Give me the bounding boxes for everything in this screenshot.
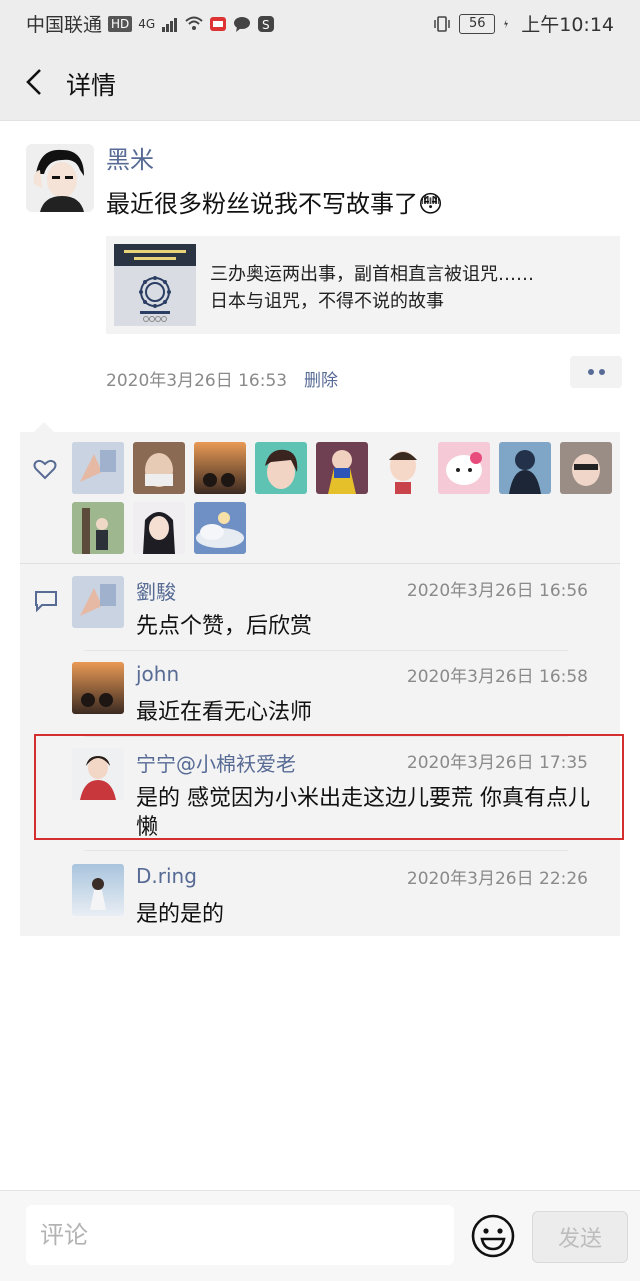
like-avatar[interactable]: [194, 442, 246, 494]
like-avatar[interactable]: [560, 442, 612, 494]
post-timestamp: 2020年3月26日 16:53: [106, 371, 288, 391]
comment-time: 2020年3月26日 22:26: [406, 869, 588, 889]
comment-time: 2020年3月26日 16:58: [406, 667, 588, 687]
heart-icon: [33, 459, 57, 480]
commenter-avatar[interactable]: [72, 864, 124, 916]
emoji-icon[interactable]: [470, 1213, 516, 1259]
vibrate-icon: [434, 15, 450, 32]
comment-text: 先点个赞，后欣赏: [136, 614, 313, 639]
shared-article-card[interactable]: 三办奥运两出事，副首相直言被诅咒…… 日本与诅咒，不得不说的故事: [106, 236, 620, 334]
dot-icon: [598, 369, 605, 375]
battery-level: 56: [459, 13, 496, 34]
panel-pointer: [34, 422, 54, 432]
post-text: 最近很多粉丝说我不写故事了😳: [106, 190, 444, 218]
comment-icon: [35, 591, 57, 612]
comment-item[interactable]: D.ring 2020年3月26日 22:26 是的是的: [72, 864, 620, 934]
status-bar: 中国联通 HD 4G S 56 上午10:14: [0, 0, 640, 44]
divider: [20, 563, 620, 564]
wifi-icon: [185, 16, 203, 30]
highlighted-comment-box: [34, 734, 624, 840]
comment-item[interactable]: john 2020年3月26日 16:58 最近在看无心法师: [72, 662, 620, 732]
author-name[interactable]: 黑米: [106, 140, 154, 175]
app-notification-icon: [210, 16, 227, 31]
like-avatar[interactable]: [133, 502, 185, 554]
like-avatar[interactable]: [316, 442, 368, 494]
like-avatar[interactable]: [377, 442, 429, 494]
network-label: 4G: [138, 16, 156, 31]
hd-badge: HD: [108, 15, 133, 32]
send-button[interactable]: 发送: [532, 1211, 628, 1263]
charging-icon: [504, 19, 509, 28]
commenter-name[interactable]: D.ring: [136, 864, 197, 888]
like-avatar[interactable]: [194, 502, 246, 554]
carrier-label: 中国联通: [26, 14, 103, 36]
article-title-line1: 三办奥运两出事，副首相直言被诅咒……: [210, 264, 534, 285]
like-avatar[interactable]: [499, 442, 551, 494]
more-actions-button[interactable]: [570, 356, 622, 388]
delete-button[interactable]: 删除: [304, 366, 338, 391]
divider: [84, 650, 568, 651]
comment-time: 2020年3月26日 16:56: [406, 581, 588, 601]
like-avatar[interactable]: [438, 442, 490, 494]
s-app-icon: S: [258, 15, 275, 32]
like-avatar[interactable]: [255, 442, 307, 494]
likes-comments-panel: 劉駿 2020年3月26日 16:56 先点个赞，后欣赏 john 2020年3…: [20, 432, 620, 936]
clock: 上午10:14: [521, 14, 614, 36]
commenter-avatar[interactable]: [72, 576, 124, 628]
comment-item[interactable]: 劉駿 2020年3月26日 16:56 先点个赞，后欣赏: [72, 576, 620, 646]
signal-icon: [162, 17, 178, 32]
like-avatar[interactable]: [133, 442, 185, 494]
comment-text: 是的是的: [136, 902, 225, 927]
svg-text:S: S: [262, 18, 270, 32]
like-avatar[interactable]: [72, 442, 124, 494]
comment-text: 最近在看无心法师: [136, 700, 313, 725]
article-title-line2: 日本与诅咒，不得不说的故事: [210, 291, 444, 312]
page-title: 详情: [66, 71, 117, 100]
comment-input[interactable]: [26, 1205, 454, 1265]
commenter-avatar[interactable]: [72, 662, 124, 714]
message-bubble-icon: [234, 16, 251, 32]
nav-bar: 详情: [0, 44, 640, 121]
author-avatar[interactable]: [26, 144, 94, 212]
article-thumbnail: [114, 244, 196, 326]
divider: [84, 850, 568, 851]
like-avatar[interactable]: [72, 502, 124, 554]
back-arrow-icon[interactable]: [16, 62, 56, 102]
comment-input-bar: 发送: [0, 1190, 640, 1281]
commenter-name[interactable]: john: [136, 662, 179, 686]
dot-icon: [587, 369, 594, 375]
commenter-name[interactable]: 劉駿: [136, 576, 176, 605]
